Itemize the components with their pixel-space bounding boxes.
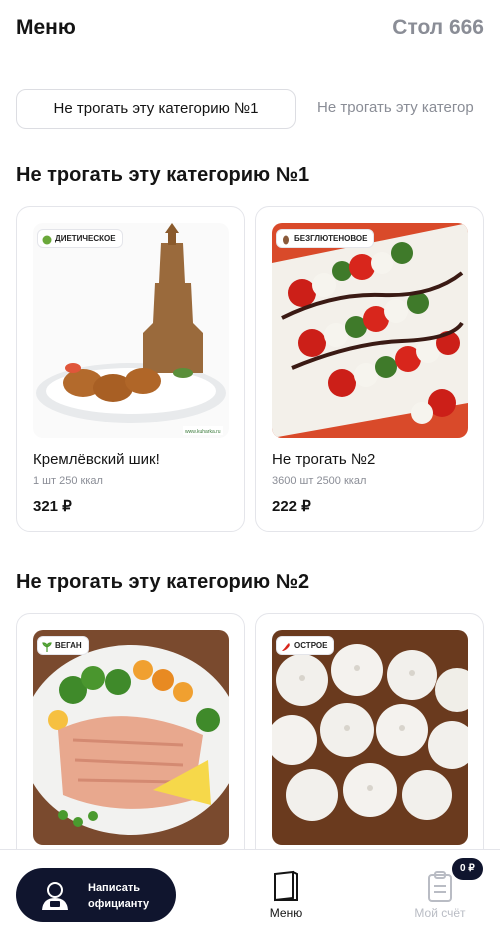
waiter-icon	[38, 878, 72, 912]
call-waiter-label: Написать официанту	[88, 882, 150, 910]
category-tabs: Не трогать эту категорию №1 Не трогать э…	[0, 89, 500, 129]
sprout-icon	[42, 641, 52, 652]
wheat-icon	[281, 234, 291, 244]
dish-name: Не трогать №2	[272, 451, 376, 468]
nav-menu-label: Меню	[269, 906, 303, 920]
clipboard-icon	[425, 870, 455, 902]
dish-meta: 3600 шт 2500 ккал	[272, 475, 367, 487]
table-number: Стол 666	[392, 16, 484, 39]
section-title-2: Не трогать эту категорию №2	[16, 571, 310, 593]
dish-photo-caprese: БЕЗГЛЮТЕНОВОЕ	[272, 223, 468, 438]
dish-price: 321 ₽	[33, 498, 72, 515]
chili-icon	[281, 641, 291, 651]
header: Меню Стол 666	[0, 0, 500, 60]
leaf-icon	[42, 234, 52, 244]
dish-photo-salmon: ВЕГАН	[33, 630, 229, 845]
dish-card[interactable]: БЕЗГЛЮТЕНОВОЕ Не трогать №2 3600 шт 2500…	[255, 206, 484, 532]
dish-photo-kremlin: www.kuharka.ru ДИЕТИЧЕСКОЕ	[33, 223, 229, 438]
nav-bill-label: Мой счёт	[414, 906, 466, 920]
nav-menu[interactable]: Меню	[241, 870, 331, 920]
section-title-1: Не трогать эту категорию №1	[16, 164, 310, 186]
spicy-badge: ОСТРОЕ	[276, 636, 335, 655]
page-title: Меню	[16, 16, 76, 39]
bottom-bar: Написать официанту Меню Мой счёт	[0, 849, 500, 939]
gluten-free-badge: БЕЗГЛЮТЕНОВОЕ	[276, 229, 375, 248]
dish-card[interactable]: www.kuharka.ru ДИЕТИЧЕСКОЕ Кремлёвский ш…	[16, 206, 245, 532]
menu-book-icon	[271, 870, 301, 902]
diet-badge: ДИЕТИЧЕСКОЕ	[37, 229, 123, 248]
watermark-text: www.kuharka.ru	[185, 429, 221, 435]
vegan-badge: ВЕГАН	[37, 636, 89, 655]
dish-meta: 1 шт 250 ккал	[33, 475, 103, 487]
bill-total-badge: 0 ₽	[452, 858, 483, 880]
dish-name: Кремлёвский шик!	[33, 451, 160, 468]
call-waiter-button[interactable]: Написать официанту	[16, 868, 176, 922]
dish-photo-dumplings: ОСТРОЕ	[272, 630, 468, 845]
tab-category-1[interactable]: Не трогать эту категорию №1	[16, 89, 296, 129]
tab-category-2[interactable]: Не трогать эту категор	[317, 89, 474, 129]
dish-price: 222 ₽	[272, 498, 311, 515]
